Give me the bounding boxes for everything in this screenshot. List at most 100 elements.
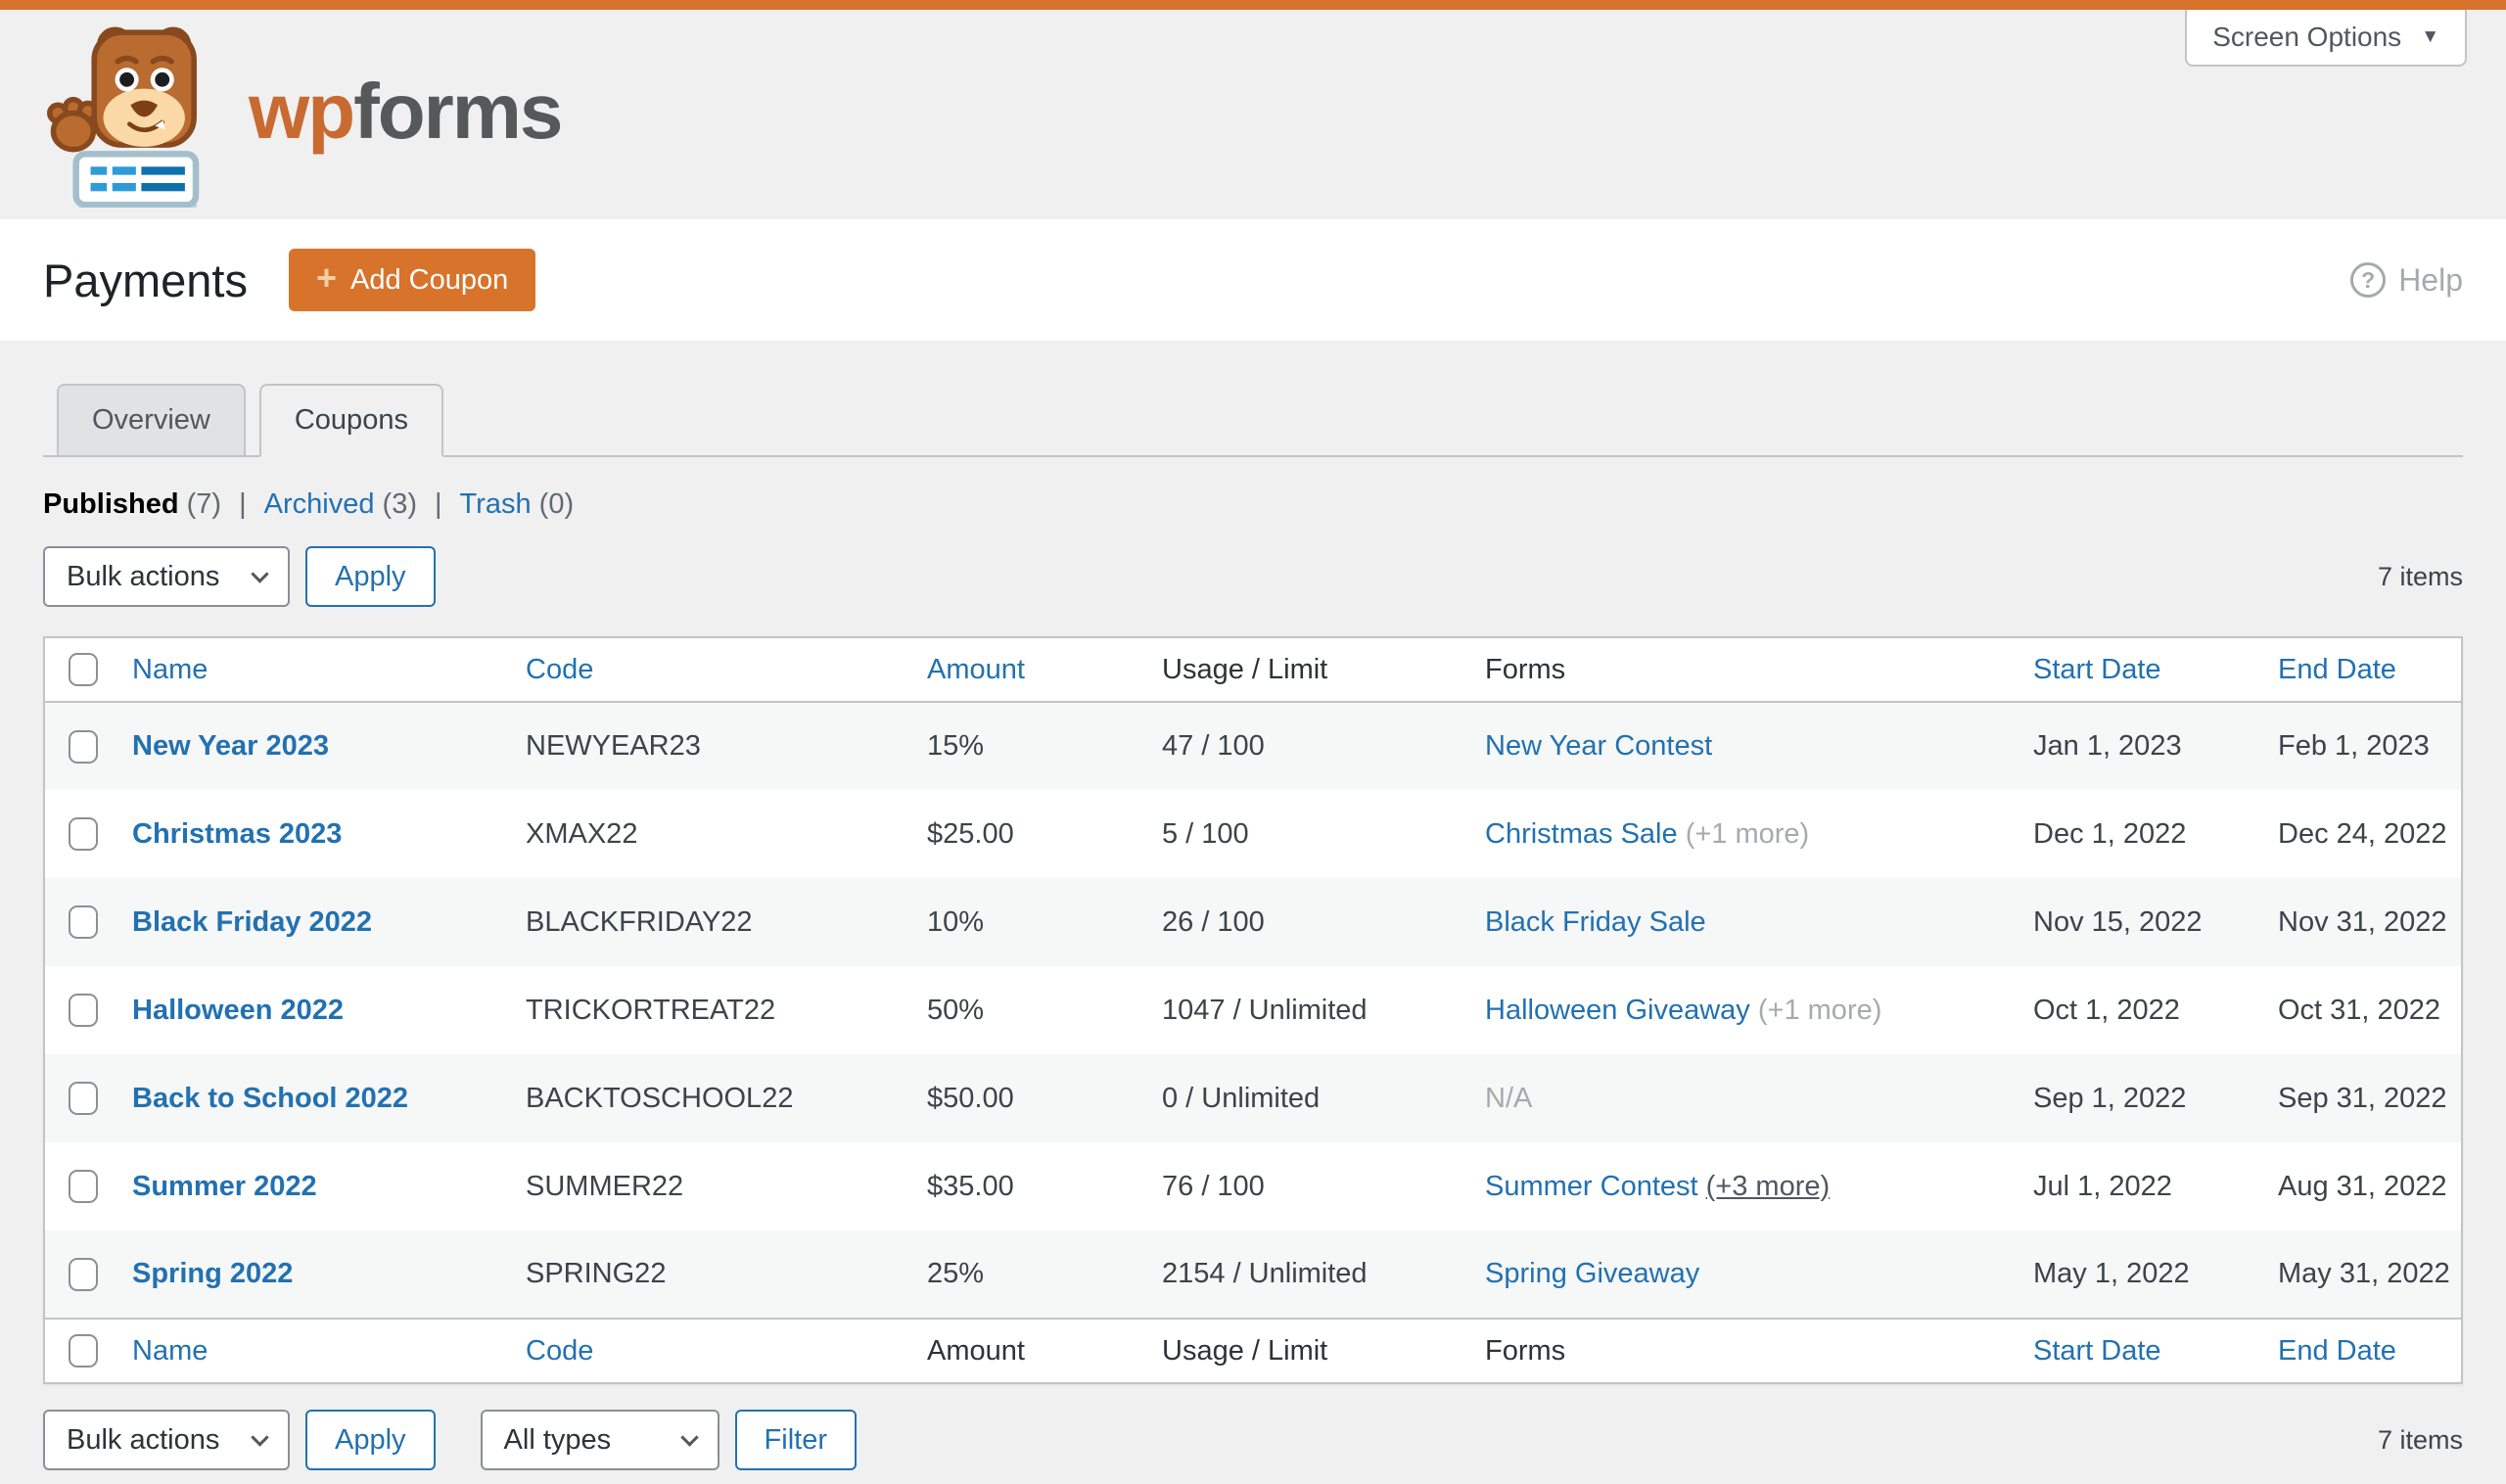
chevron-down-icon	[251, 564, 269, 583]
help-link[interactable]: ? Help	[2350, 262, 2463, 299]
page-head: Payments + Add Coupon ? Help	[0, 219, 2506, 341]
tab-coupons[interactable]: Coupons	[258, 384, 443, 457]
column-name-sort-link[interactable]: Name	[132, 1335, 208, 1367]
bulk-actions-select[interactable]: Bulk actions	[43, 1410, 290, 1470]
items-count: 7 items	[2377, 561, 2463, 591]
forms-more-link[interactable]: (+3 more)	[1706, 1171, 1831, 1202]
row-checkbox[interactable]	[69, 905, 98, 940]
content-area: Overview Coupons Published (7) | Archived (…	[0, 384, 2506, 1470]
form-link[interactable]: Halloween Giveaway	[1485, 995, 1750, 1026]
row-checkbox[interactable]	[69, 994, 98, 1028]
filter-button[interactable]: Filter	[734, 1410, 857, 1470]
coupon-code: BLACKFRIDAY22	[526, 905, 753, 938]
row-checkbox[interactable]	[69, 1170, 98, 1204]
tab-overview[interactable]: Overview	[57, 384, 246, 457]
coupon-code-cell: BLACKFRIDAY22	[510, 878, 911, 966]
form-link[interactable]: Spring Giveaway	[1485, 1258, 1699, 1289]
chevron-down-icon	[679, 1427, 699, 1447]
filter-trash[interactable]: Trash (0)	[460, 488, 575, 521]
screen-options-button[interactable]: Screen Options ▼	[2185, 10, 2467, 67]
question-mark-icon: ?	[2350, 262, 2387, 298]
row-checkbox[interactable]	[69, 1082, 98, 1116]
coupon-start-date: May 1, 2022	[2033, 1258, 2190, 1289]
table-row: Halloween 2022 TRICKORTREAT22 50% 1047 / Un…	[44, 966, 2462, 1054]
coupon-start-date: Jan 1, 2023	[2033, 730, 2182, 762]
column-header-amount: Amount	[911, 637, 1146, 703]
column-start-sort-link[interactable]: Start Date	[2033, 654, 2161, 685]
coupon-name-cell: Halloween 2022	[116, 966, 510, 1054]
coupon-name-link[interactable]: Back to School 2022	[132, 1083, 408, 1114]
form-link[interactable]: New Year Contest	[1485, 730, 1712, 762]
row-checkbox[interactable]	[69, 1257, 98, 1291]
coupon-usage: 1047 / Unlimited	[1162, 994, 1368, 1026]
wpforms-bear-icon	[47, 26, 200, 208]
coupon-end-date-cell: Nov 31, 2022	[2262, 878, 2462, 966]
column-name-sort-link[interactable]: Name	[132, 654, 208, 685]
row-select-cell	[44, 790, 116, 878]
coupon-start-date: Sep 1, 2022	[2033, 1082, 2187, 1114]
coupon-start-date-cell: Sep 1, 2022	[2018, 1054, 2262, 1142]
filter-count: (0)	[538, 488, 575, 520]
coupon-amount-cell: $50.00	[911, 1054, 1146, 1142]
column-amount-sort-link[interactable]: Amount	[927, 654, 1025, 685]
column-start-sort-link[interactable]: Start Date	[2033, 1335, 2161, 1367]
coupon-name-link[interactable]: Summer 2022	[132, 1171, 317, 1202]
column-header-name: Name	[116, 1318, 510, 1383]
row-select-cell	[44, 702, 116, 790]
type-filter-select[interactable]: All types	[480, 1410, 719, 1470]
wordmark-wp: wp	[249, 68, 355, 155]
form-link[interactable]: Summer Contest	[1485, 1171, 1698, 1202]
column-header-usage: Usage / Limit	[1146, 1318, 1469, 1383]
coupon-name-cell: New Year 2023	[116, 702, 510, 790]
coupon-name-link[interactable]: Black Friday 2022	[132, 906, 372, 938]
coupon-name-link[interactable]: Spring 2022	[132, 1258, 293, 1289]
coupon-amount: 50%	[927, 994, 985, 1026]
coupon-start-date-cell: Jan 1, 2023	[2018, 702, 2262, 790]
coupon-amount: $50.00	[927, 1082, 1014, 1114]
row-checkbox[interactable]	[69, 817, 98, 852]
coupon-forms-cell: New Year Contest	[1469, 702, 2018, 790]
column-end-sort-link[interactable]: End Date	[2278, 654, 2396, 685]
coupon-code: TRICKORTREAT22	[526, 994, 776, 1026]
coupon-amount-cell: 50%	[911, 966, 1146, 1054]
header-row: Name Code Amount Usage / Limit Forms Start Da…	[44, 637, 2462, 703]
coupon-name-cell: Black Friday 2022	[116, 878, 510, 966]
column-code-sort-link[interactable]: Code	[526, 1335, 593, 1367]
coupon-end-date-cell: Feb 1, 2023	[2262, 702, 2462, 790]
select-all-checkbox[interactable]	[69, 1334, 98, 1368]
row-checkbox[interactable]	[69, 729, 98, 764]
filter-label: Trash	[459, 488, 532, 520]
coupon-start-date-cell: Jul 1, 2022	[2018, 1142, 2262, 1230]
filter-label: Published	[43, 488, 179, 520]
coupon-end-date: Sep 31, 2022	[2278, 1082, 2447, 1114]
table-body: New Year 2023 NEWYEAR23 15% 47 / 100 New Yea…	[44, 702, 2462, 1319]
column-code-sort-link[interactable]: Code	[526, 654, 593, 685]
form-link[interactable]: Christmas Sale	[1485, 818, 1678, 850]
filter-archived[interactable]: Archived (3)	[264, 488, 417, 521]
coupon-code: BACKTOSCHOOL22	[526, 1082, 794, 1114]
coupon-name-link[interactable]: Christmas 2023	[132, 818, 342, 850]
select-all-cell	[44, 1318, 116, 1383]
bulk-actions-select[interactable]: Bulk actions	[43, 546, 290, 607]
forms-more-text: (+1 more)	[1757, 994, 1882, 1026]
add-coupon-button[interactable]: + Add Coupon	[288, 249, 536, 311]
coupon-name-link[interactable]: Halloween 2022	[132, 995, 344, 1026]
select-all-checkbox[interactable]	[69, 653, 98, 687]
coupon-usage-cell: 5 / 100	[1146, 790, 1469, 878]
filter-published[interactable]: Published (7)	[43, 488, 221, 521]
row-select-cell	[44, 878, 116, 966]
coupon-end-date: Nov 31, 2022	[2278, 905, 2447, 938]
form-link[interactable]: Black Friday Sale	[1485, 906, 1706, 938]
admin-top-bar	[0, 0, 2506, 10]
coupon-start-date-cell: May 1, 2022	[2018, 1230, 2262, 1319]
coupon-name-link[interactable]: New Year 2023	[132, 730, 329, 762]
apply-button[interactable]: Apply	[305, 1410, 436, 1470]
apply-button[interactable]: Apply	[305, 546, 436, 607]
table-row: New Year 2023 NEWYEAR23 15% 47 / 100 New Yea…	[44, 702, 2462, 790]
column-header-code: Code	[510, 637, 911, 703]
column-end-sort-link[interactable]: End Date	[2278, 1335, 2396, 1367]
coupon-usage-cell: 1047 / Unlimited	[1146, 966, 1469, 1054]
coupon-name-cell: Christmas 2023	[116, 790, 510, 878]
wordmark-forms: forms	[353, 68, 563, 155]
coupon-forms-cell: Summer Contest (+3 more)	[1469, 1142, 2018, 1230]
